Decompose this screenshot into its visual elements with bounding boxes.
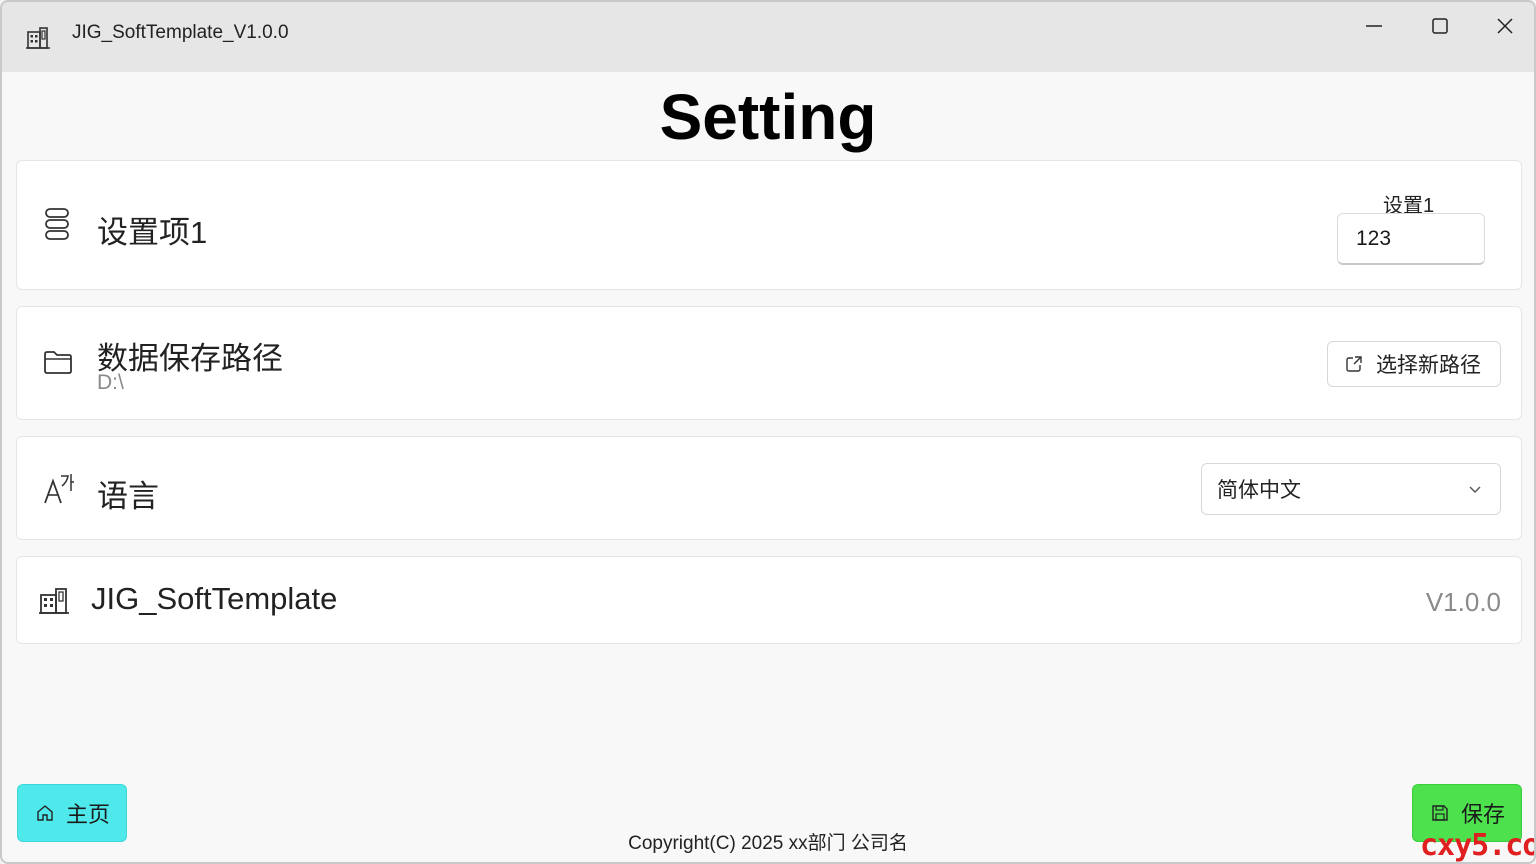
setting-label: 数据保存路径 <box>97 341 283 376</box>
page-title: Setting <box>659 81 877 153</box>
setting-label: 设置项1 <box>97 215 208 250</box>
folder-icon <box>44 351 72 374</box>
home-icon <box>37 805 53 821</box>
setting-card-language: 语言 简体中文 <box>16 436 1522 540</box>
building-icon <box>39 588 69 614</box>
watermark: cxy5.com <box>1420 828 1534 863</box>
setting1-input[interactable] <box>1337 213 1485 265</box>
maximize-button[interactable] <box>1420 12 1460 40</box>
chevron-down-icon <box>1469 486 1481 493</box>
home-button-label: 主页 <box>66 802 111 827</box>
minimize-button[interactable] <box>1354 12 1394 40</box>
language-select[interactable]: 简体中文 <box>1201 463 1501 515</box>
version-label: V1.0.0 <box>1425 587 1501 617</box>
save-button-label: 保存 <box>1461 802 1506 827</box>
app-name-label: JIG_SoftTemplate <box>91 581 338 616</box>
save-path-value: D:\ <box>97 371 124 394</box>
choose-path-button[interactable]: 选择新路径 <box>1327 341 1501 387</box>
language-selected-value: 简体中文 <box>1217 479 1301 502</box>
copyright-text: Copyright(C) 2025 xx部门 公司名 <box>628 833 908 854</box>
maximize-icon <box>1432 18 1448 34</box>
setting-card-item1: 设置项1 设置1 <box>16 160 1522 290</box>
setting-label: 语言 <box>97 479 159 514</box>
close-button[interactable] <box>1485 12 1525 40</box>
close-icon <box>1497 18 1513 34</box>
setting-card-about: JIG_SoftTemplate V1.0.0 <box>16 556 1522 644</box>
app-window: JIG_SoftTemplate_V1.0.0 Setting 设置项1 设置1… <box>0 0 1536 864</box>
open-external-icon <box>1346 356 1362 372</box>
list-stack-icon <box>45 208 69 240</box>
minimize-icon <box>1366 25 1382 27</box>
window-title: JIG_SoftTemplate_V1.0.0 <box>72 22 289 43</box>
choose-path-label: 选择新路径 <box>1376 354 1481 377</box>
title-bar[interactable]: JIG_SoftTemplate_V1.0.0 <box>2 2 1534 72</box>
language-icon <box>44 474 74 504</box>
save-icon <box>1432 805 1448 821</box>
building-icon <box>26 27 50 49</box>
setting-card-save-path: 数据保存路径 D:\ 选择新路径 <box>16 306 1522 420</box>
